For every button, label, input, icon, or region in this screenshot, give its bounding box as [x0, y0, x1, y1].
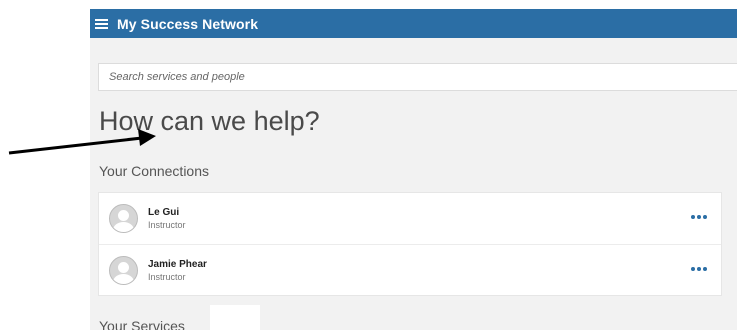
connection-info: Le Gui Instructor	[148, 207, 186, 231]
page-heading: How can we help?	[99, 106, 320, 136]
connection-name: Jamie Phear	[148, 258, 207, 270]
app-title: My Success Network	[117, 15, 259, 32]
connection-row[interactable]: Le Gui Instructor	[99, 193, 721, 244]
connection-row[interactable]: Jamie Phear Instructor	[99, 244, 721, 296]
blank-overlay	[210, 305, 260, 330]
connections-list: Le Gui Instructor Jamie Phear Instructor	[98, 192, 722, 296]
user-avatar-icon	[109, 256, 138, 285]
top-bar: My Success Network	[90, 9, 737, 38]
services-section-title: Your Services	[99, 318, 185, 330]
connection-role: Instructor	[148, 219, 186, 230]
more-options-icon[interactable]	[691, 214, 707, 220]
user-avatar-icon	[109, 204, 138, 233]
connection-info: Jamie Phear Instructor	[148, 259, 207, 283]
more-options-icon[interactable]	[691, 266, 707, 272]
app-window: My Success Network How can we help? Your…	[90, 9, 737, 330]
connection-name: Le Gui	[148, 206, 180, 218]
connection-role: Instructor	[148, 271, 186, 282]
hamburger-menu-icon[interactable]	[95, 18, 108, 29]
search-input[interactable]	[98, 63, 737, 91]
connections-section-title: Your Connections	[99, 163, 210, 179]
